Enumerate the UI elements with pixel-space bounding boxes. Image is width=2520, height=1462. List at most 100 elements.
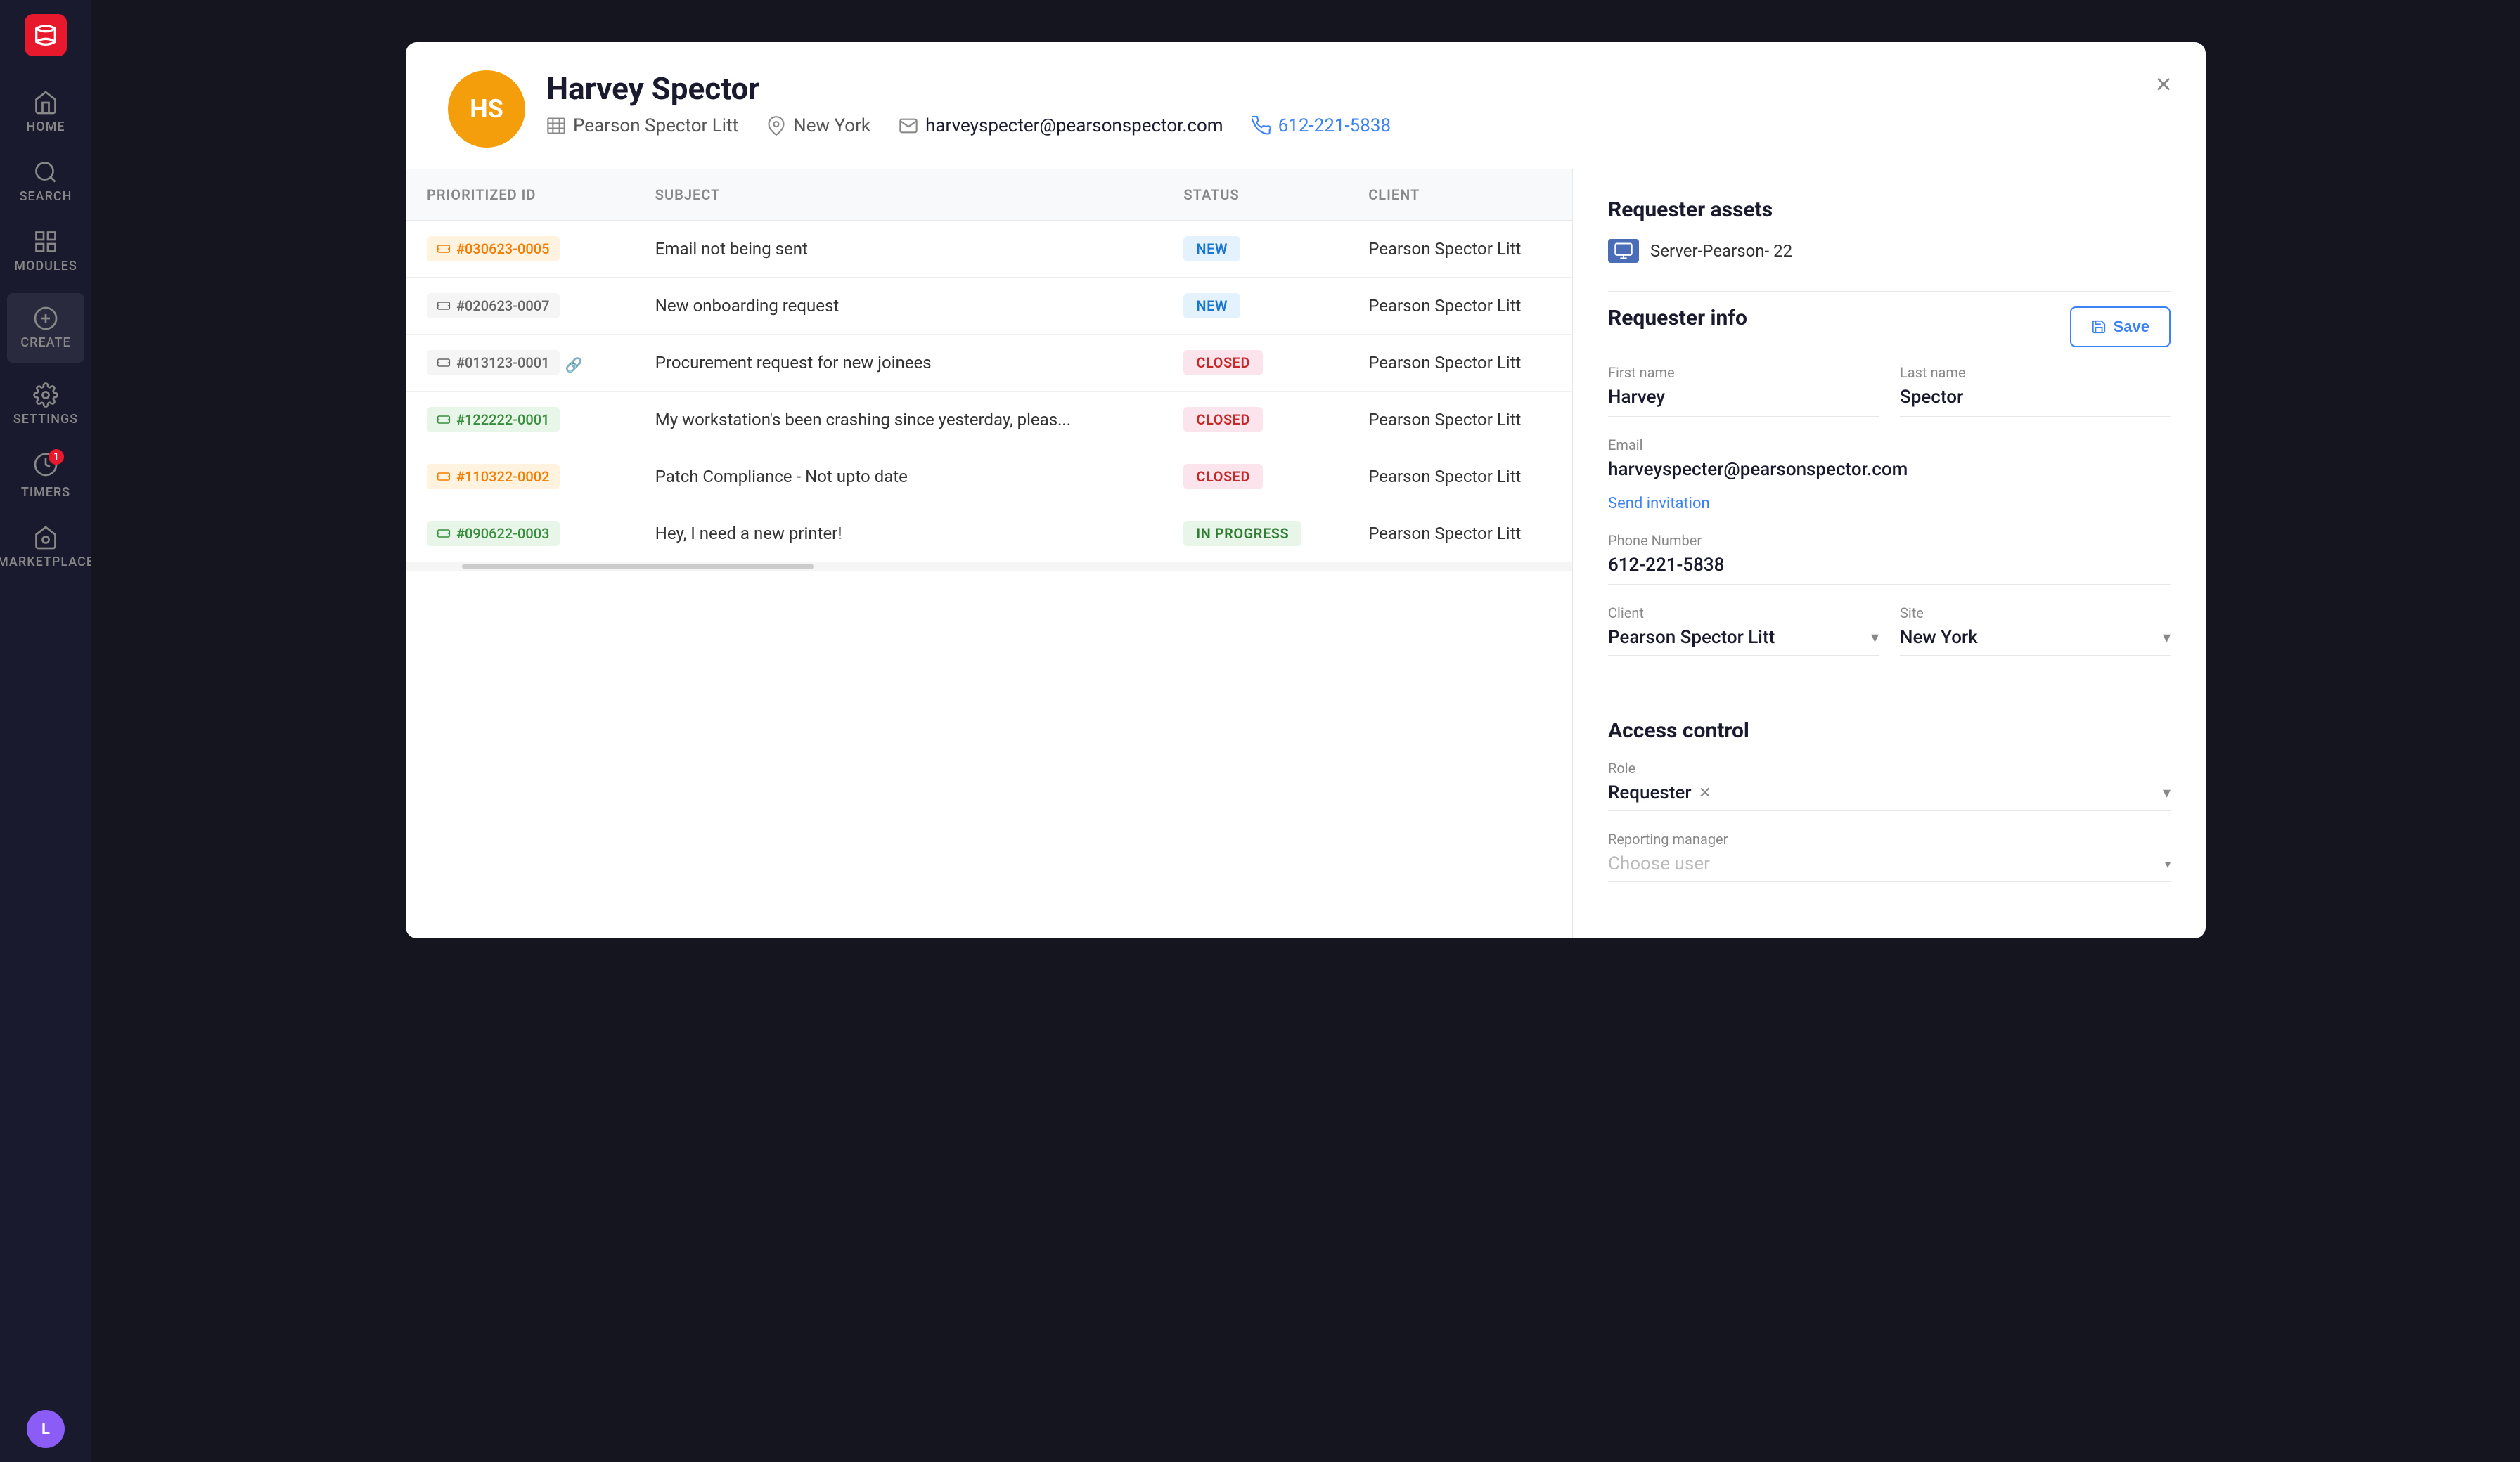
role-chevron-down-icon[interactable]: ▾ bbox=[2163, 784, 2171, 802]
sidebar-search-label: SEARCH bbox=[20, 189, 72, 204]
sidebar-item-create[interactable]: CREATE bbox=[7, 293, 84, 363]
horizontal-scrollbar[interactable] bbox=[406, 562, 1572, 571]
avatar[interactable]: L bbox=[27, 1410, 65, 1448]
site-select-icons: ▾ bbox=[2163, 629, 2171, 647]
sidebar-item-timers[interactable]: 1 TIMERS bbox=[0, 439, 91, 512]
modal-overlay: × HS Harvey Spector Pearson S bbox=[91, 0, 2520, 1462]
role-remove-icon[interactable]: ✕ bbox=[1699, 784, 1711, 802]
ticket-status-cell: CLOSED bbox=[1162, 335, 1347, 392]
user-meta: Pearson Spector Litt New York bbox=[546, 115, 2164, 136]
site-group: Site New York ▾ bbox=[1900, 604, 2171, 656]
first-name-label: First name bbox=[1608, 364, 1879, 381]
app-logo bbox=[25, 14, 67, 56]
last-name-group: Last name Spector bbox=[1900, 364, 2171, 417]
ticket-id-cell: #030623-0005 bbox=[406, 221, 634, 278]
save-icon bbox=[2091, 319, 2107, 335]
ticket-subject-cell[interactable]: Email not being sent bbox=[634, 221, 1163, 278]
client-label: Client bbox=[1608, 604, 1879, 621]
sidebar-item-home[interactable]: HOME bbox=[0, 77, 91, 147]
requester-assets-title: Requester assets bbox=[1608, 198, 2171, 222]
ticket-subject-cell[interactable]: Procurement request for new joinees bbox=[634, 335, 1163, 392]
ticket-subject-cell[interactable]: New onboarding request bbox=[634, 278, 1163, 335]
ticket-status-cell: CLOSED bbox=[1162, 448, 1347, 505]
sidebar-item-settings[interactable]: SETTINGS bbox=[0, 370, 91, 439]
last-name-value: Spector bbox=[1900, 387, 2171, 417]
ticket-subject-cell[interactable]: Patch Compliance - Not upto date bbox=[634, 448, 1163, 505]
ticket-icon bbox=[437, 413, 451, 427]
requester-info-header: Requester info Save bbox=[1608, 306, 2171, 347]
status-badge: CLOSED bbox=[1183, 464, 1263, 489]
status-badge: CLOSED bbox=[1183, 350, 1263, 375]
role-group: Role Requester ✕ ▾ bbox=[1608, 760, 2171, 811]
status-badge: NEW bbox=[1183, 236, 1240, 261]
ticket-status-cell: IN PROGRESS bbox=[1162, 505, 1347, 562]
name-row: First name Harvey Last name Spector bbox=[1608, 364, 2171, 436]
sidebar-settings-label: SETTINGS bbox=[13, 412, 78, 427]
sidebar-create-label: CREATE bbox=[20, 335, 70, 350]
chevron-down-icon[interactable]: ▾ bbox=[1871, 629, 1879, 647]
phone-value: 612-221-5838 bbox=[1608, 555, 2171, 585]
client-select[interactable]: Pearson Spector Litt ▾ bbox=[1608, 627, 1879, 656]
modal-header: HS Harvey Spector Pearson Spector Litt bbox=[406, 42, 2206, 169]
ticket-id-badge: #030623-0005 bbox=[427, 236, 560, 261]
requester-info-section: Requester info Save bbox=[1608, 306, 2171, 675]
role-select[interactable]: Requester ✕ ▾ bbox=[1608, 782, 2171, 811]
col-header-client: CLIENT bbox=[1347, 169, 1572, 221]
ticket-id-badge: #110322-0002 bbox=[427, 464, 560, 489]
role-value: Requester bbox=[1608, 782, 1692, 803]
timers-badge: 1 bbox=[49, 449, 64, 465]
user-info: Harvey Spector Pearson Spector Litt bbox=[546, 70, 2164, 136]
sidebar-item-search[interactable]: SEARCH bbox=[0, 147, 91, 216]
phone-label: Phone Number bbox=[1608, 532, 2171, 549]
ticket-client-cell: Pearson Spector Litt bbox=[1347, 392, 1572, 448]
sidebar-item-modules[interactable]: MODULES bbox=[0, 216, 91, 286]
reporting-manager-label: Reporting manager bbox=[1608, 831, 2171, 848]
ticket-id-cell: #013123-0001🔗 bbox=[406, 335, 634, 392]
asset-name: Server-Pearson- 22 bbox=[1650, 241, 1792, 261]
send-invitation-link[interactable]: Send invitation bbox=[1608, 495, 2171, 512]
tickets-section[interactable]: PRIORITIZED ID SUBJECT STATUS CLIENT #03… bbox=[406, 169, 1573, 938]
status-badge: IN PROGRESS bbox=[1183, 521, 1301, 546]
email-icon bbox=[899, 116, 918, 136]
client-select-icons: ▾ bbox=[1871, 629, 1879, 647]
choose-user-select[interactable]: Choose user ▾ bbox=[1608, 853, 2171, 882]
tickets-table: PRIORITIZED ID SUBJECT STATUS CLIENT #03… bbox=[406, 169, 1572, 562]
client-site-row: Client Pearson Spector Litt ▾ Site bbox=[1608, 604, 2171, 675]
user-detail-modal: × HS Harvey Spector Pearson S bbox=[406, 42, 2206, 938]
requester-info-title: Requester info bbox=[1608, 306, 1747, 330]
divider-1 bbox=[1608, 291, 2171, 292]
table-row: #030623-0005Email not being sentNEWPears… bbox=[406, 221, 1572, 278]
user-location: New York bbox=[766, 115, 870, 136]
ticket-status-cell: NEW bbox=[1162, 221, 1347, 278]
status-badge: NEW bbox=[1183, 293, 1240, 318]
col-header-status: STATUS bbox=[1162, 169, 1347, 221]
site-label: Site bbox=[1900, 604, 2171, 621]
link-icon: 🔗 bbox=[565, 356, 583, 373]
save-button[interactable]: Save bbox=[2070, 306, 2171, 347]
table-header-row: PRIORITIZED ID SUBJECT STATUS CLIENT bbox=[406, 169, 1572, 221]
chevron-down-icon-site[interactable]: ▾ bbox=[2163, 629, 2171, 647]
table-row: #090622-0003Hey, I need a new printer!IN… bbox=[406, 505, 1572, 562]
client-group: Client Pearson Spector Litt ▾ bbox=[1608, 604, 1879, 656]
choose-user-chevron-icon[interactable]: ▾ bbox=[2165, 858, 2171, 871]
client-value: Pearson Spector Litt bbox=[1608, 627, 1775, 648]
right-panel[interactable]: Requester assets Server-Pearson- 22 bbox=[1573, 169, 2206, 938]
user-name: Harvey Spector bbox=[546, 70, 2164, 107]
scrollbar-thumb[interactable] bbox=[462, 564, 814, 569]
ticket-subject-cell[interactable]: Hey, I need a new printer! bbox=[634, 505, 1163, 562]
site-select[interactable]: New York ▾ bbox=[1900, 627, 2171, 656]
role-label: Role bbox=[1608, 760, 2171, 777]
access-control-title: Access control bbox=[1608, 718, 2171, 743]
user-company: Pearson Spector Litt bbox=[546, 115, 738, 136]
close-button[interactable]: × bbox=[2142, 63, 2185, 105]
ticket-subject-cell[interactable]: My workstation's been crashing since yes… bbox=[634, 392, 1163, 448]
ticket-client-cell: Pearson Spector Litt bbox=[1347, 448, 1572, 505]
sidebar-timers-label: TIMERS bbox=[21, 485, 70, 500]
status-badge: CLOSED bbox=[1183, 407, 1263, 432]
table-row: #013123-0001🔗Procurement request for new… bbox=[406, 335, 1572, 392]
ticket-id-badge: #122222-0001 bbox=[427, 407, 560, 432]
sidebar-home-label: HOME bbox=[26, 119, 65, 134]
table-row: #020623-0007New onboarding requestNEWPea… bbox=[406, 278, 1572, 335]
ticket-id-cell: #122222-0001 bbox=[406, 392, 634, 448]
sidebar-item-marketplace[interactable]: MARKETPLACE bbox=[0, 512, 91, 582]
